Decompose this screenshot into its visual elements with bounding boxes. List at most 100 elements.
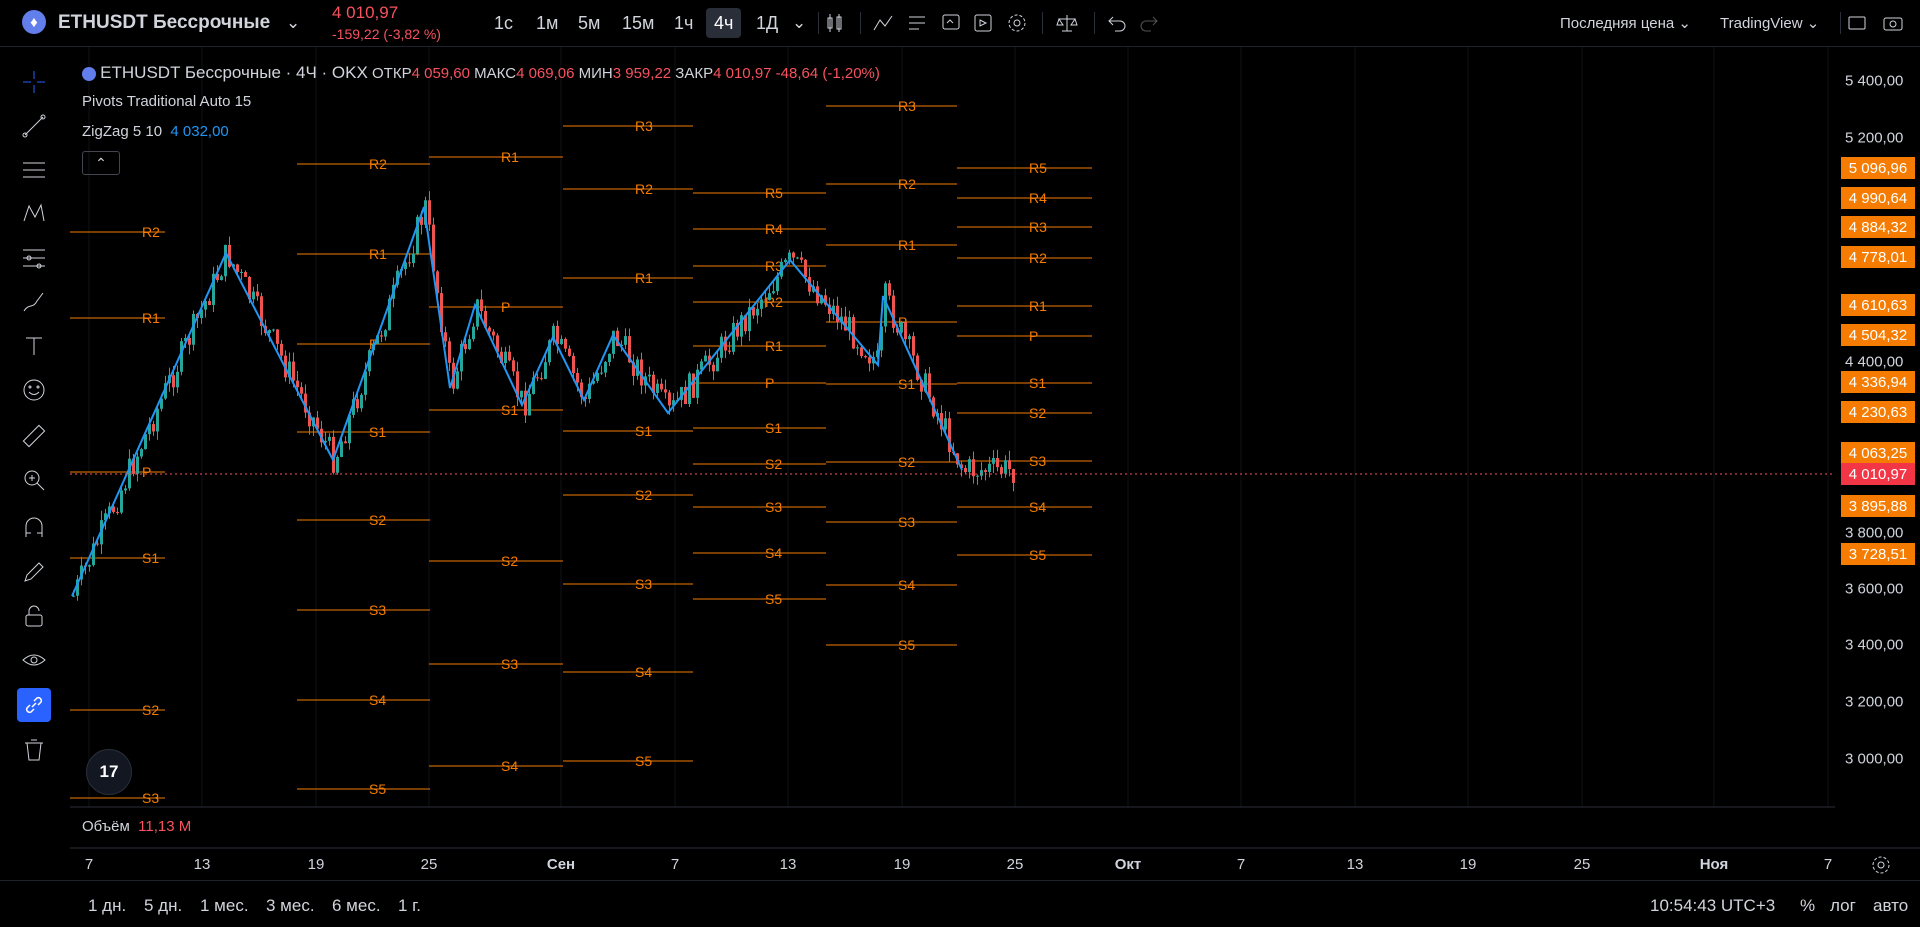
symbol-legend: ETHUSDT Бессрочные · 4Ч · OKX ОТКР4 059,… [82, 63, 880, 83]
candle-body [576, 372, 579, 383]
candle-body [540, 378, 543, 380]
candle-body [456, 371, 459, 389]
pivot-level-label: S4 [1029, 499, 1046, 515]
range-6m[interactable]: 6 мес. [332, 896, 381, 916]
pivot-level-label: P [142, 464, 151, 480]
x-tick-month: Ноя [1699, 856, 1729, 873]
pivot-level-label: S2 [142, 702, 159, 718]
candle-body [244, 271, 247, 277]
candle-body [1004, 460, 1007, 474]
candle-body [300, 387, 303, 394]
range-1y[interactable]: 1 г. [398, 896, 421, 916]
collapse-legend-button[interactable]: ⌃ [82, 151, 120, 175]
y-tick: 3 000,00 [1845, 750, 1904, 768]
pivot-level-label: S3 [369, 602, 386, 618]
pivot-level-label: S3 [635, 576, 652, 592]
candle-body [984, 470, 987, 472]
pivot-level-label: R1 [1029, 298, 1047, 314]
candle-body [124, 488, 127, 491]
candle-body [716, 357, 719, 372]
volume-legend: Объём 11,13 M [82, 818, 191, 835]
candle-body [252, 291, 255, 300]
pivot-level-label: S1 [635, 423, 652, 439]
candle-body [120, 490, 123, 513]
candle-body [464, 344, 467, 350]
candle-body [568, 348, 571, 356]
pivot-level-label: R4 [765, 221, 783, 237]
candle-body [356, 399, 359, 409]
candle-body [152, 424, 155, 432]
range-1d[interactable]: 1 дн. [88, 896, 126, 916]
x-tick: 19 [893, 856, 911, 873]
pivot-level-label: R1 [635, 270, 653, 286]
pivot-level-label: S4 [898, 577, 915, 593]
pivot-level-label: R2 [369, 156, 387, 172]
clock[interactable]: 10:54:43 UTC+3 [1650, 896, 1775, 916]
candle-body [328, 436, 331, 441]
candle-body [868, 357, 871, 364]
candle-body [512, 360, 515, 372]
candle-body [492, 331, 495, 336]
axis-settings-gear-icon[interactable] [1868, 852, 1894, 878]
candle-body [156, 408, 159, 432]
candle-body [572, 355, 575, 373]
zigzag-value: 4 032,00 [170, 123, 229, 140]
range-1m[interactable]: 1 мес. [200, 896, 249, 916]
candle-body [268, 330, 271, 334]
close-value: 4 010,97 [713, 65, 772, 82]
candle-body [996, 457, 999, 468]
price-chart[interactable]: R2 R1 P S1 S2 S3 R2 R1 P S1 S2 S3 S4 S5 R1 P S1 S2 S3 S4 R3 R… [0, 0, 1920, 926]
last-price-label: 4 010,97 [1841, 463, 1915, 485]
pivot-level-label: S1 [142, 550, 159, 566]
pivot-level-label: R1 [898, 237, 916, 253]
candle-body [344, 441, 347, 444]
indicator-pivots[interactable]: Pivots Traditional Auto 15 [82, 93, 251, 110]
candle-body [560, 338, 563, 345]
candle-body [964, 467, 967, 473]
auto-toggle[interactable]: авто [1873, 896, 1908, 916]
pivot-level-label: S1 [898, 376, 915, 392]
candle-body [172, 375, 175, 388]
pivot-price-label: 4 610,63 [1841, 294, 1915, 316]
candle-body [140, 449, 143, 457]
indicator-zigzag[interactable]: ZigZag 5 10 4 032,00 [82, 123, 229, 140]
candle-body [732, 322, 735, 352]
x-tick: 7 [84, 856, 94, 873]
pivot-price-label: 4 336,94 [1841, 371, 1915, 393]
close-label: ЗАКР [675, 65, 714, 82]
pivot-level-label: R3 [635, 118, 653, 134]
range-5d[interactable]: 5 дн. [144, 896, 182, 916]
candle-body [648, 374, 651, 377]
y-tick: 3 800,00 [1845, 524, 1904, 542]
low-label: МИН [578, 65, 613, 82]
pivot-level-label: R2 [765, 294, 783, 310]
candle-body [280, 343, 283, 356]
candle-body [240, 271, 243, 273]
candle-body [116, 512, 119, 514]
candle-body [856, 347, 859, 349]
x-tick: 25 [1573, 856, 1591, 873]
pivot-level-label: R5 [765, 185, 783, 201]
legend-title: ETHUSDT Бессрочные · 4Ч · OKX [100, 63, 368, 82]
y-tick: 5 400,00 [1845, 72, 1904, 90]
candle-body [224, 244, 227, 277]
candle-body [976, 475, 979, 477]
candle-body [488, 327, 491, 332]
pivot-level-label: P [1029, 328, 1038, 344]
x-tick: 7 [1236, 856, 1246, 873]
candle-body [992, 457, 995, 464]
pivot-level-label: S5 [898, 637, 915, 653]
x-tick-month: Сен [546, 856, 576, 873]
candle-body [800, 257, 803, 260]
x-tick: 19 [307, 856, 325, 873]
pivot-level-label: S5 [635, 753, 652, 769]
percent-toggle[interactable]: % [1800, 896, 1815, 916]
x-tick: 13 [779, 856, 797, 873]
pivot-level-label: S3 [142, 790, 159, 806]
x-tick: 25 [1006, 856, 1024, 873]
candle-body [428, 200, 431, 225]
tradingview-logo-icon[interactable]: 17 [86, 749, 132, 795]
log-toggle[interactable]: лог [1830, 896, 1856, 916]
pivot-level-label: R1 [765, 338, 783, 354]
range-3m[interactable]: 3 мес. [266, 896, 315, 916]
